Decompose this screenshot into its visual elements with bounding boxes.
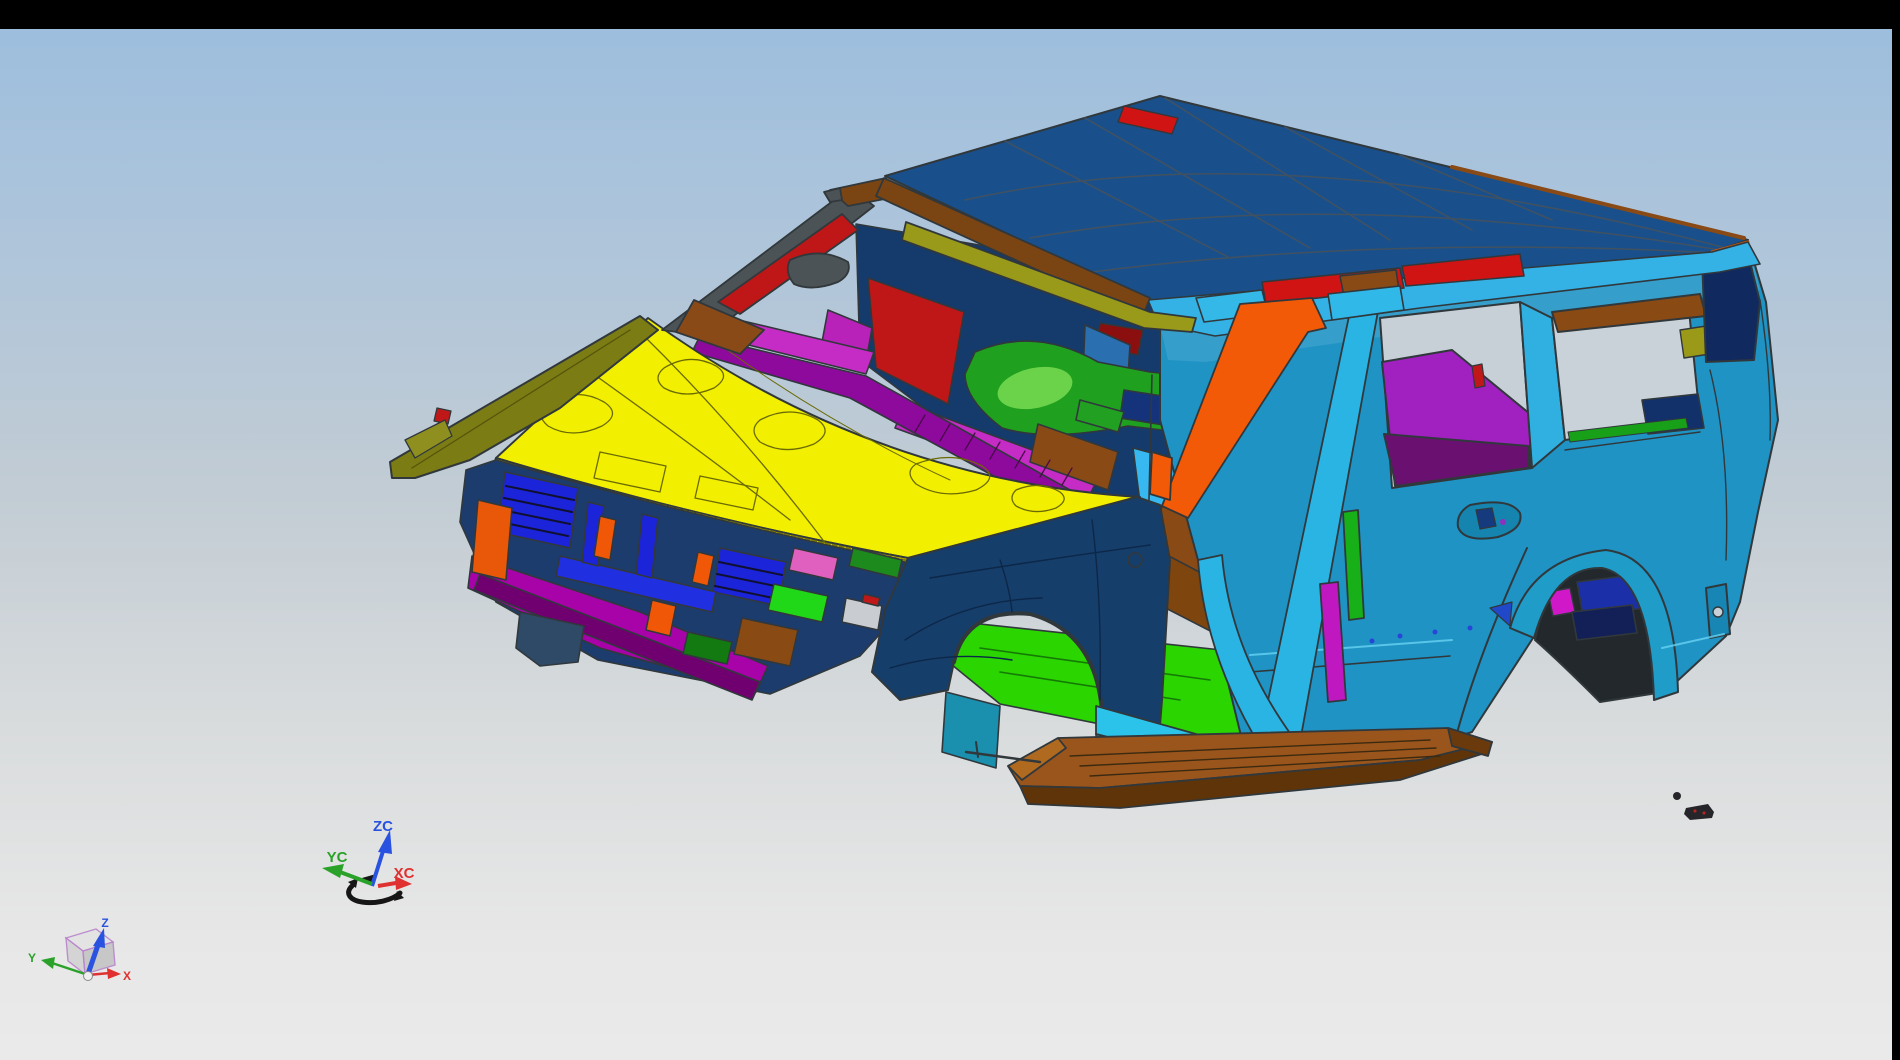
wcs-x-axis[interactable]: XC [378,865,415,890]
datum-csys-triad[interactable]: Z Y X [28,916,131,983]
letterbox-right [1892,0,1900,1060]
3d-viewport[interactable]: ZC YC XC Z [0,29,1892,1060]
datum-y-label: Y [28,951,36,965]
datum-x-label: X [123,969,131,983]
datum-z-label: Z [101,916,108,930]
datum-origin-sphere[interactable] [84,972,93,981]
wcs-rotate-handle[interactable] [349,886,400,903]
wcs-y-label: YC [327,849,348,866]
wcs-x-label: XC [394,865,415,882]
wcs-z-label: ZC [373,818,393,835]
wcs-triad[interactable]: ZC YC XC [322,818,415,903]
wcs-z-axis[interactable]: ZC [372,818,393,886]
car-model[interactable] [390,96,1778,820]
debris-parts[interactable] [1673,792,1714,820]
letterbox-top [0,0,1900,29]
application-window: ZC YC XC Z [0,0,1900,1060]
